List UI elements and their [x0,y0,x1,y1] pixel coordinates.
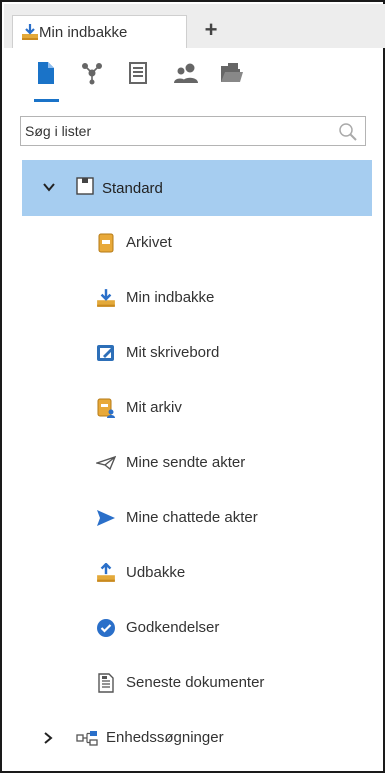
users-view-button[interactable] [172,60,200,90]
active-tool-indicator [34,99,59,102]
send-arrow-icon [96,508,116,528]
folder-view-button[interactable] [218,60,246,90]
app-window: Min indbakke + Søg i lister Standard Ark… [0,0,385,773]
list-item-min-indbakke[interactable]: Min indbakke [4,283,385,313]
list-item-label: Mit skrivebord [126,344,220,361]
list-item-mit-arkiv[interactable]: Mit arkiv [4,393,385,423]
add-tab-button[interactable]: + [200,17,222,43]
inbox-download-icon [21,23,39,45]
list-item-arkivet[interactable]: Arkivet [4,228,385,258]
chevron-down-icon[interactable] [42,180,56,199]
search-box [20,116,366,146]
list-item-label: Mit arkiv [126,399,182,416]
tree-node-enhedssogninger[interactable]: Enhedssøgninger [4,723,385,753]
check-circle-icon [96,618,116,638]
list-item-mit-skrivebord[interactable]: Mit skrivebord [4,338,385,368]
list-item-label: Arkivet [126,234,172,251]
document-icon [36,61,56,90]
list-item-udbakke[interactable]: Udbakke [4,558,385,588]
hierarchy-icon [76,730,98,751]
tab-strip: Min indbakke + [4,4,385,48]
list-view-button[interactable] [124,60,152,90]
tab-min-indbakke[interactable]: Min indbakke [12,15,187,48]
tree-node-label: Standard [102,180,163,197]
search-input[interactable] [21,117,331,145]
list-item-label: Mine chattede akter [126,509,258,526]
users-icon [173,62,199,89]
network-icon [80,61,104,90]
folder-icon [220,62,244,89]
tree-node-standard[interactable]: Standard [22,160,372,216]
archive-icon [96,233,116,253]
tree-node-label: Enhedssøgninger [106,729,224,746]
search-icon[interactable] [338,122,358,147]
recent-document-icon [96,673,116,693]
paper-plane-outline-icon [96,453,116,473]
chevron-right-icon[interactable] [42,731,54,750]
personal-archive-icon [96,398,116,418]
tab-label: Min indbakke [39,23,128,41]
outbox-upload-icon [96,563,116,583]
network-view-button[interactable] [78,60,106,90]
list-item-seneste-dokumenter[interactable]: Seneste dokumenter [4,668,385,698]
list-item-label: Min indbakke [126,289,215,306]
list-item-label: Udbakke [126,564,186,581]
inbox-download-icon [96,288,116,308]
list-item-label: Godkendelser [126,619,220,636]
desktop-edit-icon [96,343,116,363]
list-item-mine-sendte-akter[interactable]: Mine sendte akter [4,448,385,478]
list-icon [128,61,148,89]
list-item-label: Mine sendte akter [126,454,246,471]
list-item-mine-chattede-akter[interactable]: Mine chattede akter [4,503,385,533]
view-toolbar [4,48,385,110]
list-item-label: Seneste dokumenter [126,674,265,691]
list-item-godkendelser[interactable]: Godkendelser [4,613,385,643]
document-view-button[interactable] [32,60,60,90]
standard-folder-icon [76,177,94,200]
